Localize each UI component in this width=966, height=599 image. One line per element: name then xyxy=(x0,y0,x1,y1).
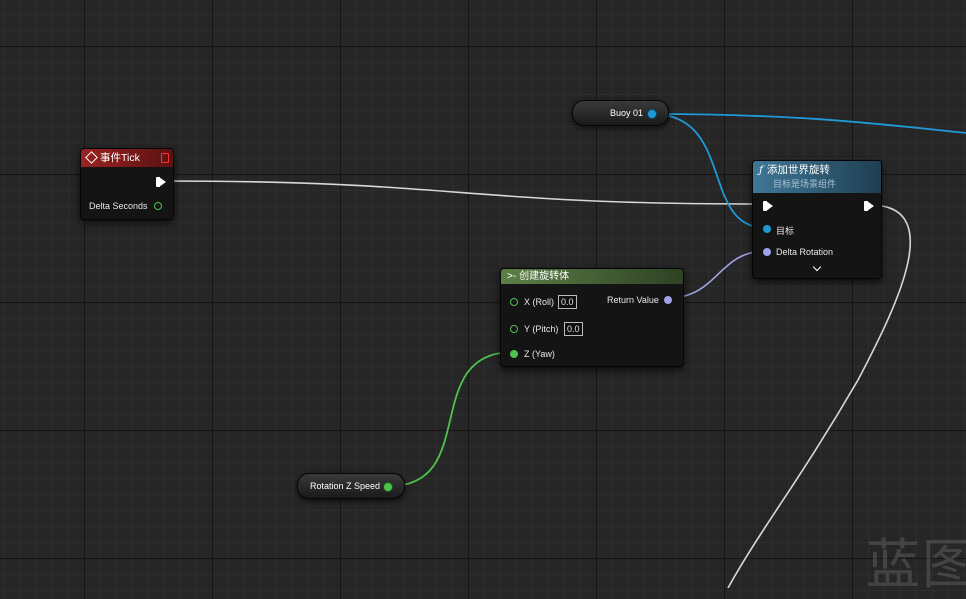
exec-wire-tick-to-add-rotation xyxy=(163,180,761,205)
make-rotator-node[interactable]: >- 创建旋转体 X (Roll) 0.0 Y (Pitch) 0.0 Z (Ya… xyxy=(500,268,684,367)
event-tick-node[interactable]: 事件Tick Delta Seconds xyxy=(80,148,174,220)
x-roll-label: X (Roll) xyxy=(524,297,555,307)
target-label: 目标 xyxy=(776,226,795,236)
make-rotator-header[interactable]: >- 创建旋转体 xyxy=(501,269,683,284)
y-pitch-label: Y (Pitch) xyxy=(524,324,559,334)
return-value-label: Return Value xyxy=(607,295,659,305)
exec-out-pin-add-rotation[interactable] xyxy=(864,201,874,211)
add-world-rotation-title: 添加世界旋转 xyxy=(766,164,830,176)
rotation-speed-output-pin[interactable] xyxy=(384,483,392,491)
make-rotator-title: 创建旋转体 xyxy=(519,271,570,282)
delta-rotation-pin[interactable] xyxy=(763,248,771,256)
object-wire-buoy-offscreen xyxy=(651,113,966,134)
add-world-rotation-node[interactable]: ƒ 添加世界旋转 目标是场景组件 目标 Delta Rotation xyxy=(752,160,882,279)
delta-seconds-label: Delta Seconds xyxy=(89,201,148,211)
z-yaw-pin[interactable] xyxy=(510,350,518,358)
add-world-rotation-header[interactable]: ƒ 添加世界旋转 目标是场景组件 xyxy=(753,161,881,193)
expand-chevron-icon[interactable] xyxy=(812,262,822,272)
exec-in-pin-add-rotation[interactable] xyxy=(763,201,773,211)
event-tick-header[interactable]: 事件Tick xyxy=(81,149,173,167)
float-wire-speed-to-z xyxy=(389,351,514,487)
z-yaw-label: Z (Yaw) xyxy=(524,349,555,359)
y-pitch-input[interactable]: 0.0 xyxy=(564,322,583,336)
x-roll-pin[interactable] xyxy=(510,298,518,306)
add-world-rotation-subtitle: 目标是场景组件 xyxy=(773,179,837,189)
event-delegate-pin[interactable] xyxy=(161,153,169,163)
buoy-label: Buoy 01 xyxy=(610,108,644,118)
watermark: 蓝图 xyxy=(866,533,966,596)
delta-rotation-label: Delta Rotation xyxy=(776,247,834,257)
exec-out-pin-tick[interactable] xyxy=(156,177,166,187)
event-tick-title: 事件Tick xyxy=(100,152,140,164)
make-struct-icon: >- xyxy=(507,271,517,282)
object-wire-buoy-to-target xyxy=(651,113,767,229)
x-roll-input[interactable]: 0.0 xyxy=(558,295,577,309)
buoy-output-pin[interactable] xyxy=(648,110,656,118)
function-icon: ƒ xyxy=(759,164,763,176)
return-value-pin[interactable] xyxy=(664,296,672,304)
wire-layer xyxy=(163,113,966,588)
buoy-variable-node[interactable]: Buoy 01 xyxy=(572,100,669,126)
rotation-speed-label: Rotation Z Speed xyxy=(310,481,381,491)
delta-seconds-pin[interactable] xyxy=(154,202,162,210)
y-pitch-pin[interactable] xyxy=(510,325,518,333)
target-pin[interactable] xyxy=(763,225,771,233)
rotation-speed-variable-node[interactable]: Rotation Z Speed xyxy=(297,473,405,499)
event-diamond-icon xyxy=(85,151,98,164)
